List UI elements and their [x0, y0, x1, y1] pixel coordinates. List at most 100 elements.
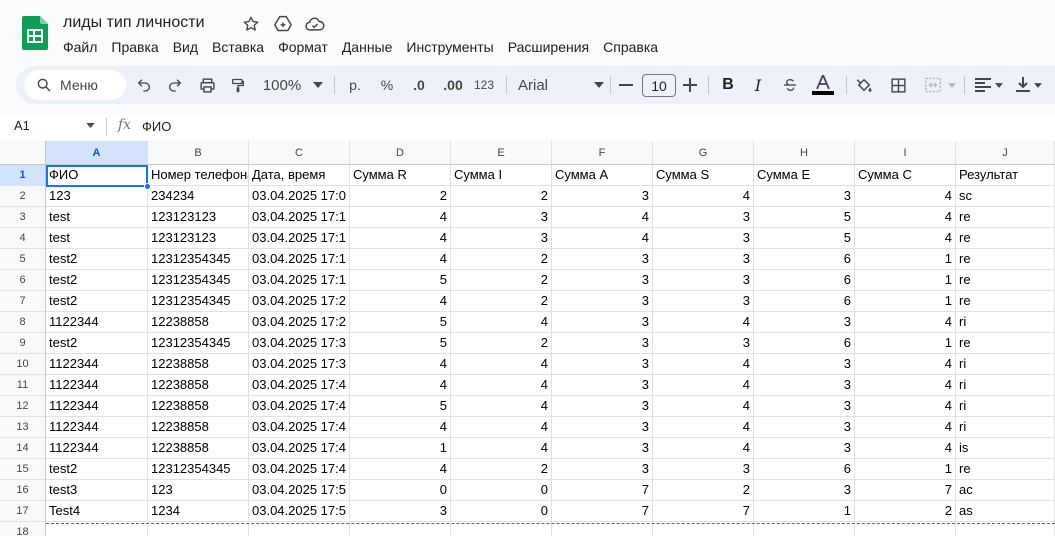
- cell-i4[interactable]: 4: [855, 228, 956, 249]
- zoom-select[interactable]: 100%: [260, 66, 326, 104]
- cell-b12[interactable]: 12238858: [148, 396, 249, 417]
- cell-h11[interactable]: 3: [754, 375, 855, 396]
- cell-e2[interactable]: 2: [451, 186, 552, 207]
- cloud-status-icon[interactable]: [304, 13, 326, 35]
- cell-e6[interactable]: 2: [451, 270, 552, 291]
- cell-a4[interactable]: test: [46, 228, 148, 249]
- cell-c3[interactable]: 03.04.2025 17:1: [249, 207, 350, 228]
- menu-edit[interactable]: Правка: [104, 37, 165, 57]
- paint-format-icon[interactable]: [228, 66, 248, 104]
- cell-g1[interactable]: Сумма S: [653, 165, 754, 186]
- search-menus-button[interactable]: Меню: [24, 70, 126, 100]
- cell-f4[interactable]: 4: [552, 228, 653, 249]
- column-header-c[interactable]: C: [249, 141, 350, 165]
- cell-d10[interactable]: 4: [350, 354, 451, 375]
- italic-button[interactable]: I: [748, 66, 768, 104]
- column-header-j[interactable]: J: [956, 141, 1055, 165]
- cell-d7[interactable]: 4: [350, 291, 451, 312]
- text-color-button[interactable]: [810, 66, 836, 104]
- merge-cells-button[interactable]: [920, 66, 960, 104]
- cell-c5[interactable]: 03.04.2025 17:1: [249, 249, 350, 270]
- cell-h14[interactable]: 3: [754, 438, 855, 459]
- vertical-align-button[interactable]: [1012, 66, 1046, 104]
- row-header-7[interactable]: 7: [0, 291, 46, 312]
- cell-i8[interactable]: 4: [855, 312, 956, 333]
- cell-d3[interactable]: 4: [350, 207, 451, 228]
- cell-g6[interactable]: 3: [653, 270, 754, 291]
- cell-e12[interactable]: 4: [451, 396, 552, 417]
- cell-a16[interactable]: test3: [46, 480, 148, 501]
- cell-c8[interactable]: 03.04.2025 17:2: [249, 312, 350, 333]
- cell-b7[interactable]: 12312354345: [148, 291, 249, 312]
- name-box[interactable]: A1: [14, 118, 30, 133]
- cell-j2[interactable]: sc: [956, 186, 1055, 207]
- cell-g4[interactable]: 3: [653, 228, 754, 249]
- cell-h9[interactable]: 6: [754, 333, 855, 354]
- cell-j5[interactable]: re: [956, 249, 1055, 270]
- row-header-17[interactable]: 17: [0, 501, 46, 522]
- cell-f16[interactable]: 7: [552, 480, 653, 501]
- cell-b13[interactable]: 12238858: [148, 417, 249, 438]
- cell-b15[interactable]: 12312354345: [148, 459, 249, 480]
- cell-c15[interactable]: 03.04.2025 17:4: [249, 459, 350, 480]
- cell-c14[interactable]: 03.04.2025 17:4: [249, 438, 350, 459]
- cell-j7[interactable]: re: [956, 291, 1055, 312]
- cell-c9[interactable]: 03.04.2025 17:3: [249, 333, 350, 354]
- cell-g11[interactable]: 4: [653, 375, 754, 396]
- cell-i13[interactable]: 4: [855, 417, 956, 438]
- cell-b14[interactable]: 12238858: [148, 438, 249, 459]
- cell-d12[interactable]: 5: [350, 396, 451, 417]
- cell-b18[interactable]: [148, 522, 249, 536]
- cell-a14[interactable]: 1122344: [46, 438, 148, 459]
- cell-a11[interactable]: 1122344: [46, 375, 148, 396]
- cell-f3[interactable]: 4: [552, 207, 653, 228]
- row-header-1[interactable]: 1: [0, 165, 46, 186]
- cell-c16[interactable]: 03.04.2025 17:5: [249, 480, 350, 501]
- cell-j15[interactable]: re: [956, 459, 1055, 480]
- sheets-logo-icon[interactable]: [22, 16, 48, 50]
- cell-g8[interactable]: 4: [653, 312, 754, 333]
- menu-help[interactable]: Справка: [596, 37, 665, 57]
- cell-f12[interactable]: 3: [552, 396, 653, 417]
- cell-g12[interactable]: 4: [653, 396, 754, 417]
- cell-h6[interactable]: 6: [754, 270, 855, 291]
- cell-a10[interactable]: 1122344: [46, 354, 148, 375]
- cell-b3[interactable]: 123123123: [148, 207, 249, 228]
- cell-h8[interactable]: 3: [754, 312, 855, 333]
- cell-h17[interactable]: 1: [754, 501, 855, 522]
- row-header-15[interactable]: 15: [0, 459, 46, 480]
- row-header-9[interactable]: 9: [0, 333, 46, 354]
- row-header-13[interactable]: 13: [0, 417, 46, 438]
- cell-f11[interactable]: 3: [552, 375, 653, 396]
- cell-i1[interactable]: Сумма C: [855, 165, 956, 186]
- currency-format-button[interactable]: р.: [344, 66, 366, 104]
- cell-d2[interactable]: 2: [350, 186, 451, 207]
- cell-d4[interactable]: 4: [350, 228, 451, 249]
- select-all-corner[interactable]: [0, 141, 46, 165]
- cell-a2[interactable]: 123: [46, 186, 148, 207]
- cell-j16[interactable]: ac: [956, 480, 1055, 501]
- star-icon[interactable]: [240, 13, 262, 35]
- cell-j17[interactable]: as: [956, 501, 1055, 522]
- row-header-14[interactable]: 14: [0, 438, 46, 459]
- fill-color-icon[interactable]: [854, 66, 874, 104]
- menu-insert[interactable]: Вставка: [205, 37, 271, 57]
- cell-e10[interactable]: 4: [451, 354, 552, 375]
- cell-c12[interactable]: 03.04.2025 17:4: [249, 396, 350, 417]
- cell-c13[interactable]: 03.04.2025 17:4: [249, 417, 350, 438]
- cell-g2[interactable]: 4: [653, 186, 754, 207]
- cell-f8[interactable]: 3: [552, 312, 653, 333]
- cell-h3[interactable]: 5: [754, 207, 855, 228]
- cell-b1[interactable]: Номер телефона: [148, 165, 249, 186]
- cell-i7[interactable]: 1: [855, 291, 956, 312]
- bold-button[interactable]: B: [718, 66, 738, 104]
- cell-i18[interactable]: [855, 522, 956, 536]
- strikethrough-icon[interactable]: [780, 66, 800, 104]
- row-header-18[interactable]: 18: [0, 522, 46, 536]
- cell-f7[interactable]: 3: [552, 291, 653, 312]
- cell-b6[interactable]: 12312354345: [148, 270, 249, 291]
- cell-a17[interactable]: Test4: [46, 501, 148, 522]
- cell-h10[interactable]: 3: [754, 354, 855, 375]
- print-icon[interactable]: [197, 66, 217, 104]
- cell-a9[interactable]: test2: [46, 333, 148, 354]
